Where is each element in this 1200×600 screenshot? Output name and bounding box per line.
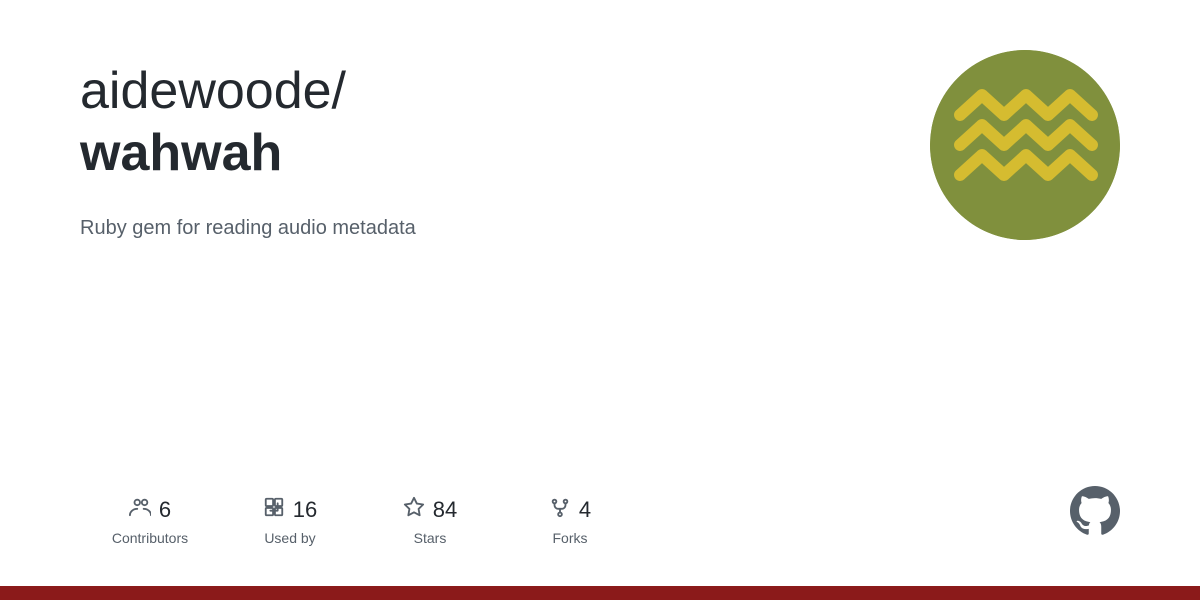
stat-forks[interactable]: 4 Forks [500, 496, 640, 546]
stats-row: 6 Contributors 16 [80, 456, 930, 546]
right-section [930, 60, 1120, 546]
stars-count: 84 [433, 497, 457, 523]
repo-description: Ruby gem for reading audio metadata [80, 217, 930, 240]
stat-top-used-by: 16 [263, 496, 317, 524]
stars-label: Stars [414, 530, 447, 546]
github-link[interactable] [1070, 486, 1120, 536]
used-by-count: 16 [293, 497, 317, 523]
forks-label: Forks [553, 530, 588, 546]
repo-owner[interactable]: aidewoode/ [80, 62, 346, 120]
stat-stars[interactable]: 84 Stars [360, 496, 500, 546]
repo-name[interactable]: wahwah [80, 124, 282, 182]
stat-used-by[interactable]: 16 Used by [220, 496, 360, 546]
repo-title-block: aidewoode/ wahwah Ruby gem for reading a… [80, 60, 930, 240]
contributors-icon [129, 496, 151, 524]
stat-top-stars: 84 [403, 496, 457, 524]
contributors-label: Contributors [112, 530, 188, 546]
used-by-icon [263, 496, 285, 524]
repo-title: aidewoode/ wahwah [80, 60, 930, 185]
stat-contributors[interactable]: 6 Contributors [80, 496, 220, 546]
left-section: aidewoode/ wahwah Ruby gem for reading a… [80, 60, 930, 546]
forks-count: 4 [579, 497, 591, 523]
stat-top-contributors: 6 [129, 496, 171, 524]
bottom-bar [0, 586, 1200, 600]
stars-icon [403, 496, 425, 524]
repo-avatar [930, 50, 1120, 240]
main-content: aidewoode/ wahwah Ruby gem for reading a… [0, 0, 1200, 586]
stat-top-forks: 4 [549, 496, 591, 524]
forks-icon [549, 496, 571, 524]
contributors-count: 6 [159, 497, 171, 523]
used-by-label: Used by [264, 530, 315, 546]
